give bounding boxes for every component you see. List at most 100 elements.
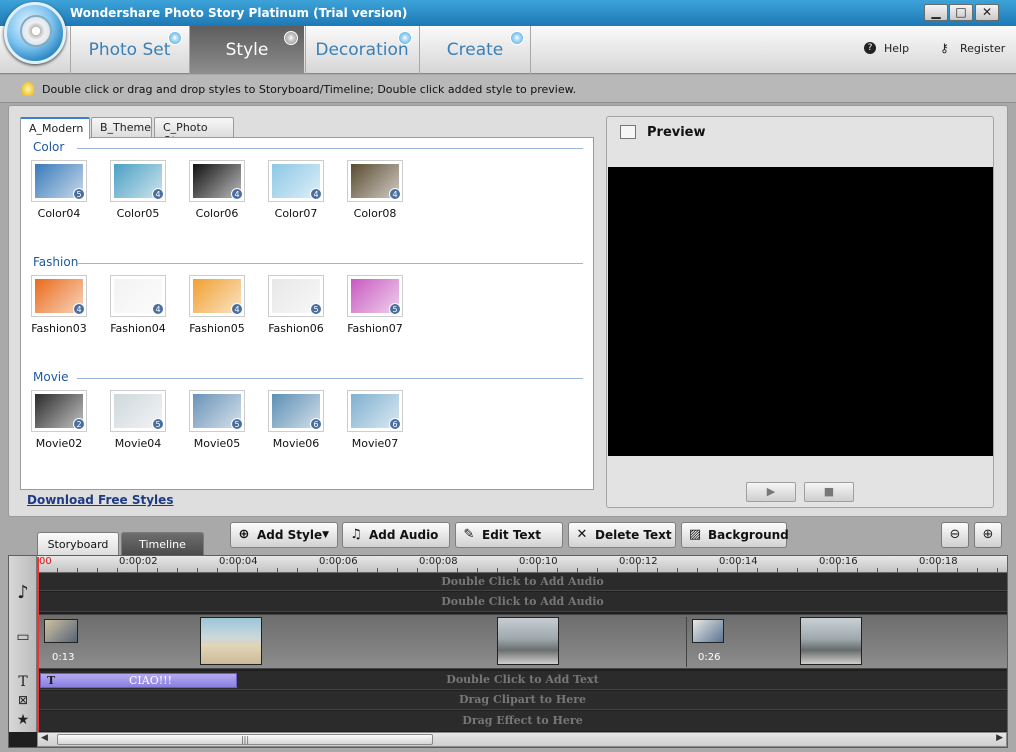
style-item-movie04[interactable]: 5 Movie04 [107,390,169,450]
style-thumbnail[interactable]: 4 [110,160,166,202]
zoom-in-button[interactable]: ⊕ [974,522,1002,548]
download-free-styles-link[interactable]: Download Free Styles [27,493,173,507]
style-thumbnail[interactable]: 4 [189,275,245,317]
style-label: Fashion05 [189,322,245,335]
register-link[interactable]: Register [960,42,1005,55]
storyboard-tab[interactable]: Storyboard [37,532,119,557]
ruler-tick [797,568,798,572]
tab-style[interactable]: Style › [189,26,304,74]
style-thumbnail[interactable]: 6 [347,390,403,432]
close-button[interactable]: ✕ [975,4,999,21]
text-clip[interactable]: T CIAO!!! [40,673,237,688]
style-thumbnail[interactable]: 4 [110,275,166,317]
tab-create-label: Create [446,40,504,60]
scrollbar-thumb[interactable]: ||| [57,734,433,745]
style-item-fashion06[interactable]: 5 Fashion06 [265,275,327,335]
photo-clip[interactable] [800,617,862,665]
style-item-color08[interactable]: 4 Color08 [344,160,406,220]
ruler-tick [857,568,858,572]
stop-button[interactable]: ■ [804,482,854,502]
audio-track-2[interactable]: Double Click to Add Audio [38,592,1007,612]
style-thumbnail[interactable]: 5 [347,275,403,317]
ruler-tick [57,568,58,572]
style-thumbnail[interactable]: 5 [268,275,324,317]
style-thumbnail[interactable]: 4 [268,160,324,202]
ruler-tick [557,568,558,572]
style-item-movie07[interactable]: 6 Movie07 [344,390,406,450]
delete-text-button[interactable]: ✕ Delete Text [568,522,676,548]
style-thumbnail[interactable]: 4 [189,160,245,202]
ruler-tick [657,568,658,572]
ruler-tick [297,568,298,572]
ruler-label: 0:00:14 [719,556,758,567]
photo-clip[interactable] [200,617,262,665]
style-thumbnail[interactable]: 5 [110,390,166,432]
style-item-color04[interactable]: 5 Color04 [28,160,90,220]
tab-decoration-label: Decoration [315,40,409,60]
tab-decoration[interactable]: Decoration › [305,26,418,74]
tab-a-modern[interactable]: A_Modern [20,117,90,139]
key-icon[interactable]: ⚷ [940,41,949,55]
preview-screen[interactable] [608,167,993,456]
style-item-color05[interactable]: 4 Color05 [107,160,169,220]
zoom-out-button[interactable]: ⊖ [941,522,969,548]
photo-count-badge: 4 [231,303,243,315]
style-item-fashion07[interactable]: 5 Fashion07 [344,275,406,335]
style-thumbnail[interactable]: 4 [347,160,403,202]
app-logo[interactable] [4,2,66,64]
audio-track-1[interactable]: Double Click to Add Audio [38,573,1007,591]
style-item-movie06[interactable]: 6 Movie06 [265,390,327,450]
chevron-down-icon[interactable]: ▼ [322,523,329,547]
background-button[interactable]: ▨ Background [681,522,789,548]
ruler-tick [317,568,318,572]
style-item-color06[interactable]: 4 Color06 [186,160,248,220]
tab-b-theme[interactable]: B_Theme [91,117,152,138]
tab-c-photo-qty[interactable]: C_Photo Qty [154,117,234,147]
style-thumbnail[interactable]: 6 [268,390,324,432]
style-thumbnail[interactable]: 5 [31,160,87,202]
maximize-button[interactable]: □ [949,4,973,21]
style-item-color07[interactable]: 4 Color07 [265,160,327,220]
ruler-label: 0:00:06 [319,556,358,567]
minimize-button[interactable]: ▁ [924,4,948,21]
edit-text-button[interactable]: ✎ Edit Text [455,522,563,548]
style-item-fashion05[interactable]: 4 Fashion05 [186,275,248,335]
video-track[interactable]: 0:13 0:26 [38,614,1007,669]
play-button[interactable]: ▶ [746,482,796,502]
clipart-track[interactable]: Drag Clipart to Here [38,691,1007,710]
help-link[interactable]: Help [884,42,909,55]
scroll-left-icon[interactable]: ◀ [41,733,48,743]
timeline-ruler[interactable]: 00 0:00:02 0:00:04 0:00:06 0:00:08 0:00:10 0:… [37,556,1007,573]
edit-text-label: Edit Text [482,528,542,542]
photo-count-badge: 5 [389,303,401,315]
ruler-tick [357,568,358,572]
style-thumbnail[interactable]: 2 [31,390,87,432]
add-audio-button[interactable]: ♫ Add Audio [342,522,450,548]
clip-duration-2: 0:26 [698,652,721,663]
section-title-movie: Movie [33,370,69,384]
help-icon[interactable]: ? [864,42,876,54]
ruler-tick [817,568,818,572]
ruler-label: 0:00:02 [119,556,158,567]
tab-photo-set[interactable]: Photo Set › [70,26,188,74]
effect-track[interactable]: Drag Effect to Here [38,711,1007,731]
tab-create[interactable]: Create › [419,26,531,74]
scroll-right-icon[interactable]: ▶ [996,733,1003,743]
style-clip-icon[interactable] [44,619,78,643]
style-item-fashion04[interactable]: 4 Fashion04 [107,275,169,335]
style-thumbnail[interactable]: 4 [31,275,87,317]
ruler-tick [517,568,518,572]
style-item-movie02[interactable]: 2 Movie02 [28,390,90,450]
playhead[interactable] [37,557,39,743]
style-item-fashion03[interactable]: 4 Fashion03 [28,275,90,335]
style-clip-icon[interactable] [692,619,724,643]
ruler-tick [477,568,478,572]
main-nav: Photo Set › Style › Decoration › Create … [0,26,1016,74]
ruler-tick [577,568,578,572]
style-thumbnail[interactable]: 5 [189,390,245,432]
timeline-tab[interactable]: Timeline [121,532,204,557]
add-style-button[interactable]: ⊕ Add Style ▼ [230,522,338,548]
photo-clip[interactable] [497,617,559,665]
zoom-in-icon: ⊕ [982,527,994,542]
style-item-movie05[interactable]: 5 Movie05 [186,390,248,450]
